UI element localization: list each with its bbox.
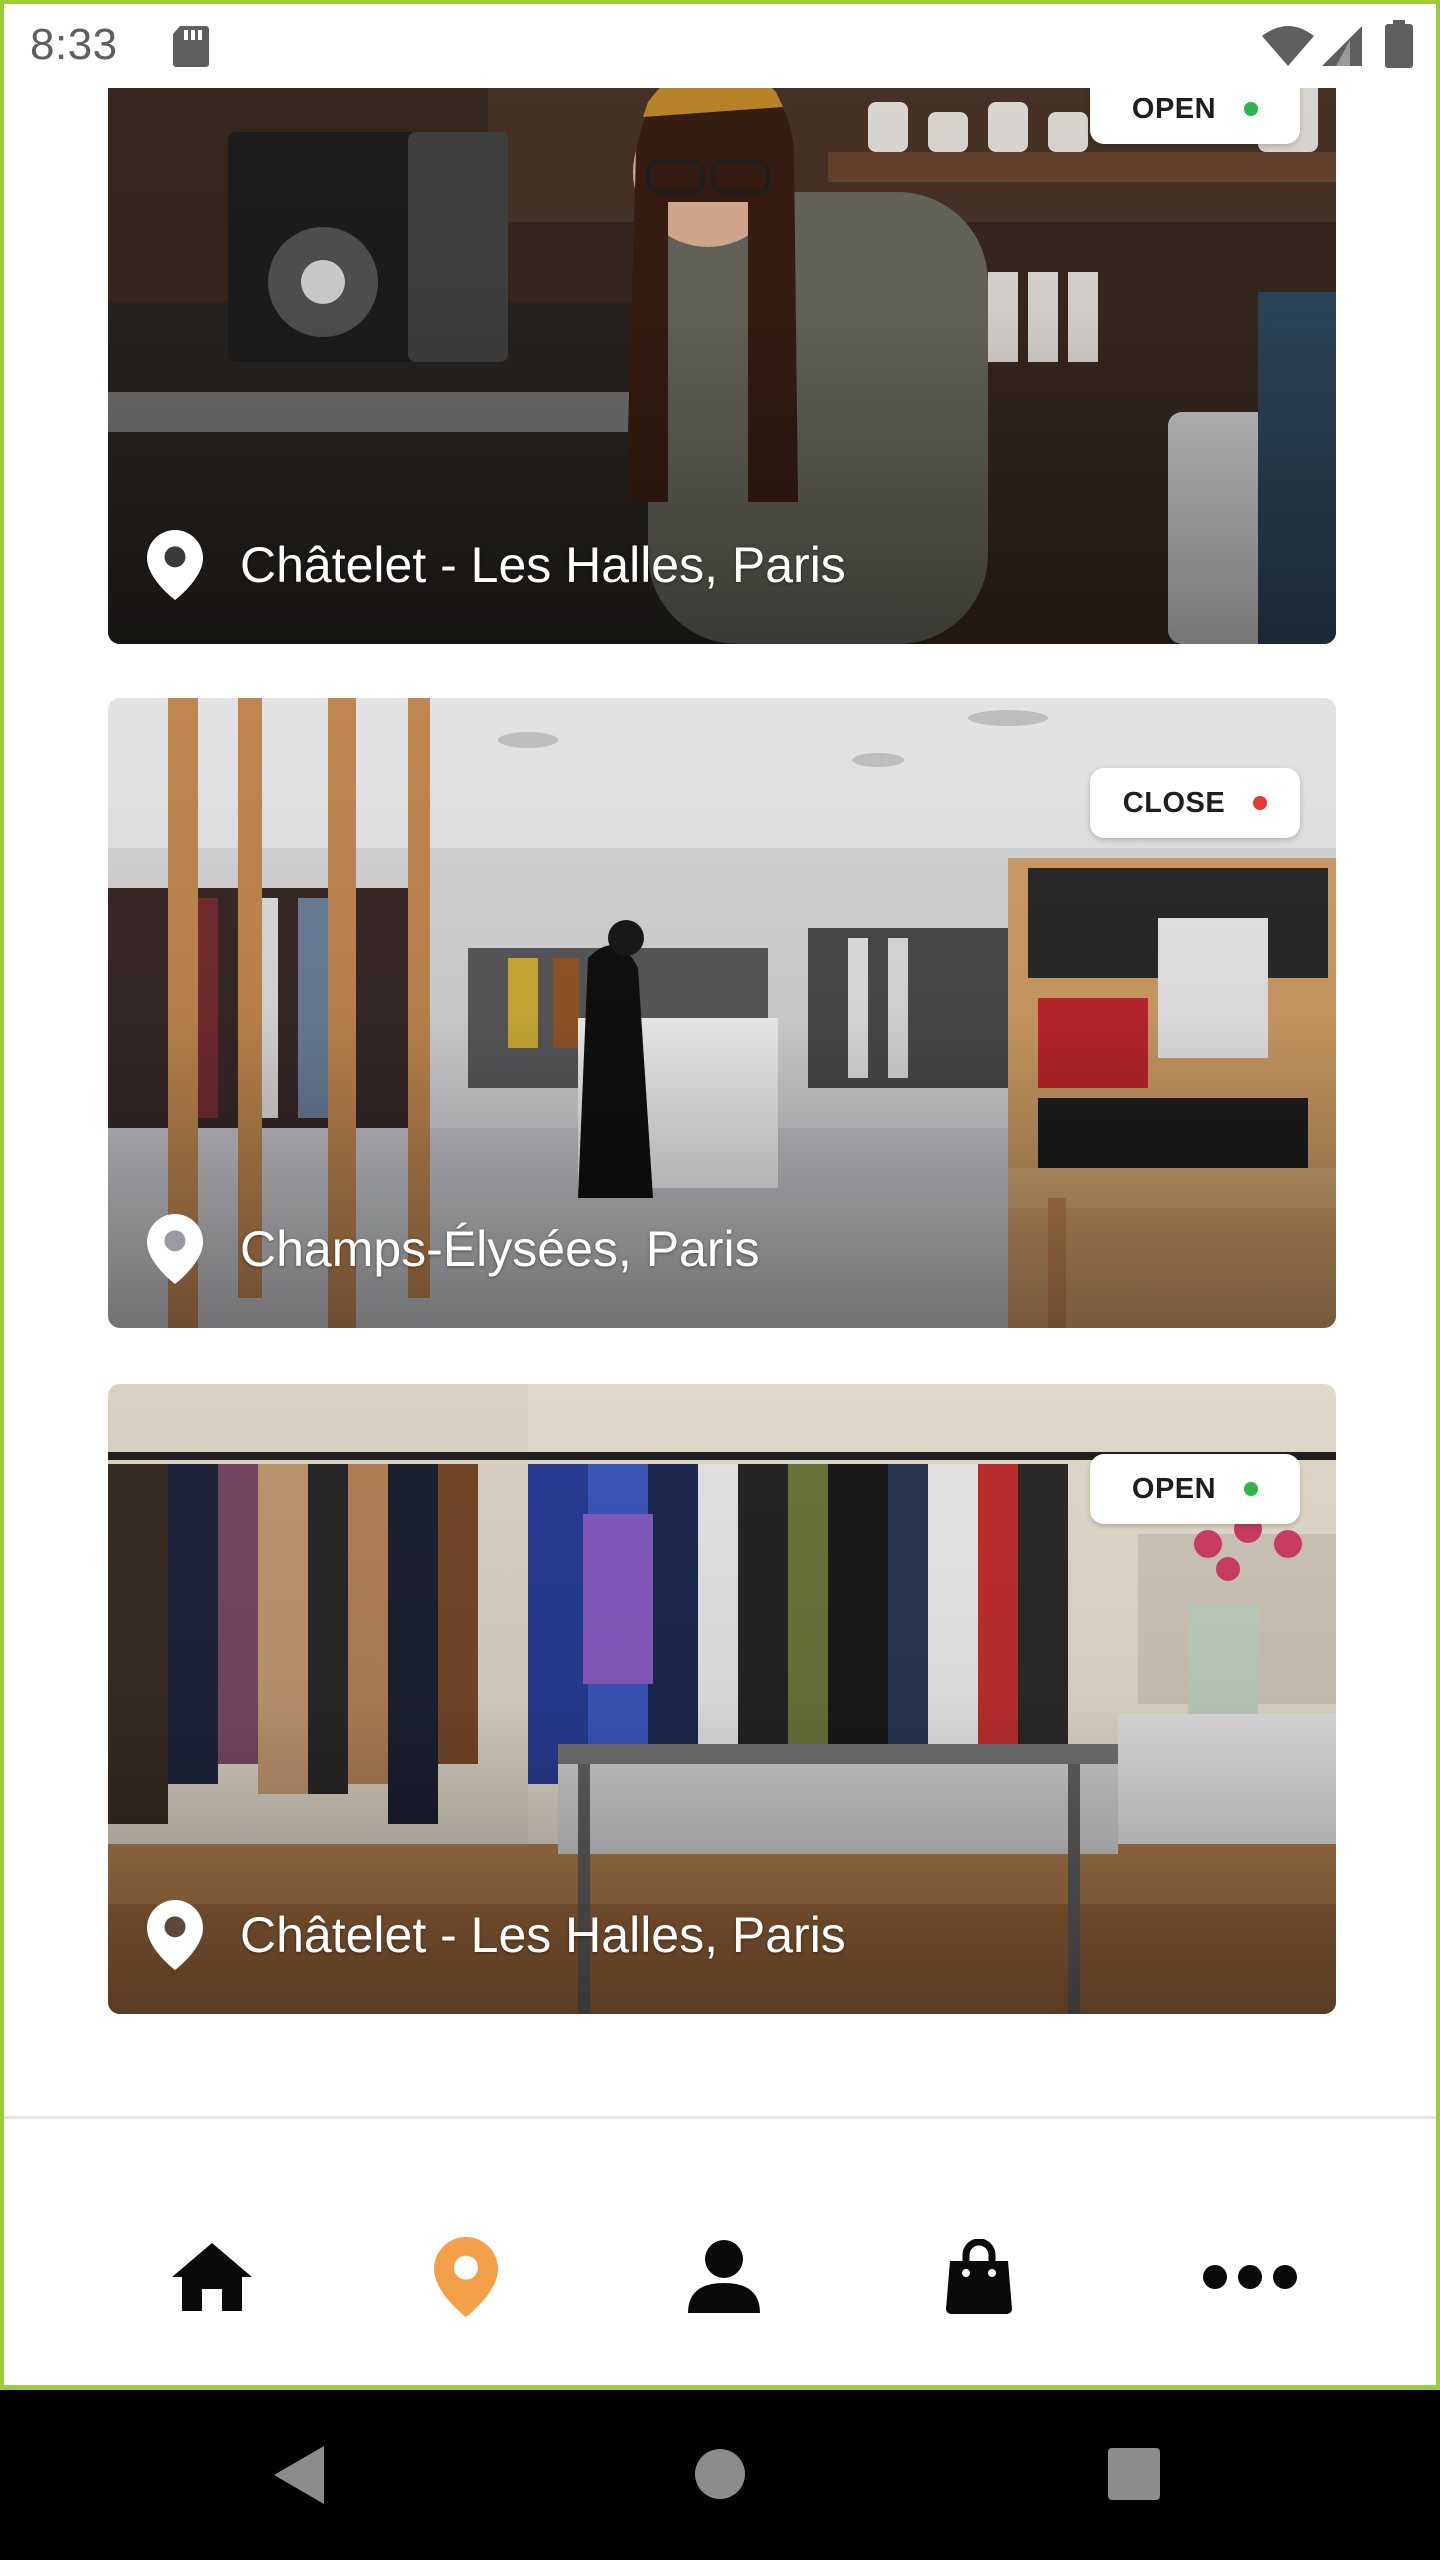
app-frame: 8:33 OPEN Châtelet - Les Halles, Paris C… [0, 0, 1440, 2390]
cell-signal-icon [1322, 26, 1362, 66]
store-card[interactable]: OPEN Châtelet - Les Halles, Paris [108, 4, 1336, 644]
home-icon [172, 2243, 252, 2311]
status-time: 8:33 [30, 20, 118, 69]
store-location: Champs-Élysées, Paris [146, 1214, 760, 1284]
nav-shop[interactable] [929, 2227, 1029, 2327]
home-circle-icon[interactable] [694, 2448, 746, 2500]
nav-profile[interactable] [674, 2227, 774, 2327]
location-text: Champs-Élysées, Paris [240, 1221, 760, 1277]
status-label: OPEN [1131, 1472, 1217, 1505]
location-text: Châtelet - Les Halles, Paris [240, 537, 846, 593]
nav-locations[interactable] [416, 2227, 516, 2327]
store-card[interactable]: CLOSE Champs-Élysées, Paris [108, 698, 1336, 1328]
battery-icon [1385, 20, 1413, 68]
map-pin-icon [434, 2237, 498, 2317]
status-label: CLOSE [1122, 786, 1226, 819]
status-badge: OPEN [1090, 1454, 1300, 1524]
user-icon [688, 2240, 760, 2313]
location-text: Châtelet - Les Halles, Paris [240, 1907, 846, 1963]
sd-card-icon [173, 26, 209, 67]
map-pin-icon [147, 1900, 203, 1970]
shopping-bag-icon [946, 2239, 1012, 2314]
store-location: Châtelet - Les Halles, Paris [146, 1900, 846, 1970]
nav-home[interactable] [162, 2227, 262, 2327]
screen: 8:33 OPEN Châtelet - Les Halles, Paris C… [0, 0, 1440, 2560]
status-dot [1244, 102, 1259, 116]
nav-more[interactable] [1200, 2227, 1300, 2327]
map-pin-icon [147, 1214, 203, 1284]
status-bar: 8:33 [4, 4, 1436, 88]
back-icon[interactable] [272, 2444, 326, 2506]
wifi-icon [1262, 26, 1314, 66]
system-navigation-bar [0, 2390, 1440, 2560]
recents-icon[interactable] [1108, 2448, 1160, 2500]
bottom-navigation [4, 2116, 1436, 2385]
status-badge: CLOSE [1090, 768, 1300, 838]
store-location: Châtelet - Les Halles, Paris [146, 530, 846, 600]
store-card[interactable]: OPEN Châtelet - Les Halles, Paris [108, 1384, 1336, 2014]
status-dot [1253, 796, 1268, 810]
status-label: OPEN [1131, 92, 1217, 125]
status-dot [1244, 1482, 1259, 1496]
map-pin-icon [147, 530, 203, 600]
more-icon [1203, 2265, 1297, 2289]
